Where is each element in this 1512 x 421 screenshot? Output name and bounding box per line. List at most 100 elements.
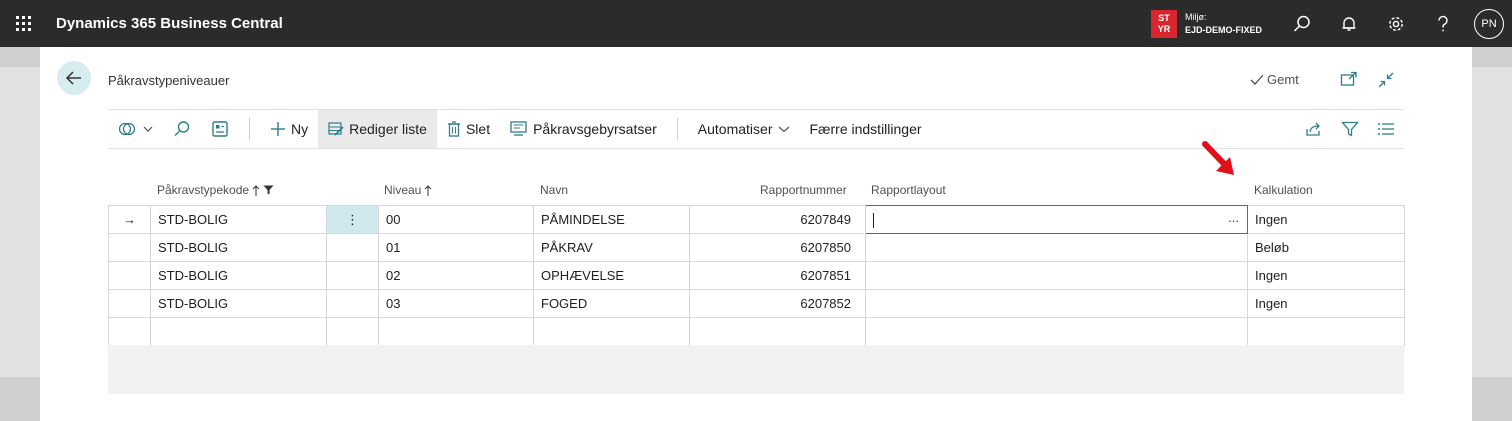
row-actions-cell[interactable] xyxy=(326,233,379,262)
row-indicator[interactable] xyxy=(108,233,151,262)
open-in-new-window-icon xyxy=(1340,71,1357,86)
share-button[interactable] xyxy=(1296,110,1332,148)
search-button[interactable] xyxy=(1278,0,1325,47)
collapse-button[interactable] xyxy=(1377,71,1395,94)
row-arrow-icon: → xyxy=(123,212,136,227)
column-header-level[interactable]: Niveau xyxy=(384,183,432,197)
background-frame-right xyxy=(1472,47,1512,421)
row-indicator[interactable] xyxy=(108,261,151,290)
filter-icon xyxy=(263,185,274,195)
annotation-arrow-icon xyxy=(1202,141,1234,175)
fewer-options-label: Færre indstillinger xyxy=(809,121,922,137)
list-grid: Påkravstypekode Niveau Navn Rapportnumme… xyxy=(108,177,1405,394)
new-button[interactable]: Ny xyxy=(260,110,318,148)
share-icon xyxy=(1306,122,1320,136)
cell-report-layout[interactable] xyxy=(865,233,1248,262)
cell-level[interactable]: 01 xyxy=(378,233,534,262)
cell-report-number[interactable]: 6207851 xyxy=(689,261,866,290)
column-header-report-number[interactable]: Rapportnummer xyxy=(760,183,847,197)
table-row[interactable]: STD-BOLIG 02 OPHÆVELSE 6207851 Ingen xyxy=(108,261,1405,290)
report-layout-input[interactable]: ... xyxy=(865,205,1248,234)
cell-level[interactable]: 00 xyxy=(378,205,534,234)
cell-report-number[interactable]: 6207850 xyxy=(689,233,866,262)
chevron-down-icon xyxy=(143,126,153,132)
trash-icon xyxy=(447,121,460,137)
search-list-button[interactable] xyxy=(163,110,201,148)
sort-ascending-icon xyxy=(252,184,260,196)
notifications-button[interactable] xyxy=(1325,0,1372,47)
toolbar-separator xyxy=(249,118,250,140)
fee-rates-button[interactable]: Påkravsgebyrsatser xyxy=(500,110,667,148)
sort-ascending-icon xyxy=(425,184,432,196)
grid-header: Påkravstypekode Niveau Navn Rapportnumme… xyxy=(108,177,1404,205)
environment-badge[interactable]: ST YR xyxy=(1150,9,1177,38)
row-actions-cell[interactable] xyxy=(326,289,379,318)
edit-list-button[interactable]: Rediger liste xyxy=(318,110,437,148)
saved-label: Gemt xyxy=(1267,72,1299,87)
help-button[interactable] xyxy=(1419,0,1466,47)
cell-report-number[interactable]: 6207849 xyxy=(689,205,866,234)
page-card: Påkravstypeniveauer Gemt Ny Rediger list… xyxy=(40,47,1472,421)
table-row[interactable]: → STD-BOLIG ⋮ 00 PÅMINDELSE 6207849 ... … xyxy=(108,205,1405,234)
waffle-icon xyxy=(16,16,31,31)
back-button[interactable] xyxy=(57,61,91,95)
tile-view-button[interactable] xyxy=(201,110,239,148)
automate-menu-button[interactable]: Automatiser xyxy=(688,110,800,148)
column-header-type-code[interactable]: Påkravstypekode xyxy=(157,183,274,197)
toolbar-separator xyxy=(676,118,678,140)
saved-status: Gemt xyxy=(1250,72,1299,87)
cell-level[interactable]: 03 xyxy=(378,289,534,318)
grid-rows: → STD-BOLIG ⋮ 00 PÅMINDELSE 6207849 ... … xyxy=(108,205,1405,346)
cell-type-code[interactable]: STD-BOLIG xyxy=(150,261,327,290)
filter-button[interactable] xyxy=(1332,110,1368,148)
delete-label: Slet xyxy=(465,121,491,137)
lookup-ellipsis-button[interactable]: ... xyxy=(1228,210,1239,225)
environment-info[interactable]: Miljø: EJD-DEMO-FIXED xyxy=(1185,11,1262,37)
cell-type-code[interactable]: STD-BOLIG xyxy=(150,205,327,234)
open-new-window-button[interactable] xyxy=(1340,71,1358,92)
user-avatar[interactable]: PN xyxy=(1474,8,1504,39)
more-vertical-icon: ⋮ xyxy=(346,211,359,227)
delete-button[interactable]: Slet xyxy=(437,110,500,148)
row-indicator[interactable] xyxy=(108,289,151,318)
automate-label: Automatiser xyxy=(697,121,773,137)
cell-report-layout[interactable] xyxy=(865,261,1248,290)
cell-calculation[interactable]: Beløb xyxy=(1247,233,1405,262)
cell-name[interactable]: PÅKRAV xyxy=(533,233,690,262)
cell-type-code[interactable]: STD-BOLIG xyxy=(150,289,327,318)
card-view-icon xyxy=(212,121,228,137)
chevron-down-icon xyxy=(778,126,789,133)
table-row-empty[interactable] xyxy=(108,317,1405,346)
cell-name[interactable]: FOGED xyxy=(533,289,690,318)
column-header-calculation[interactable]: Kalkulation xyxy=(1254,183,1313,197)
cell-calculation[interactable]: Ingen xyxy=(1247,261,1405,290)
filter-views-icon xyxy=(118,122,136,136)
cell-name[interactable]: PÅMINDELSE xyxy=(533,205,690,234)
new-label: Ny xyxy=(291,121,309,137)
app-title[interactable]: Dynamics 365 Business Central xyxy=(56,15,283,32)
list-options-button[interactable] xyxy=(1368,110,1404,148)
settings-button[interactable] xyxy=(1372,0,1419,47)
table-row[interactable]: STD-BOLIG 03 FOGED 6207852 Ingen xyxy=(108,289,1405,318)
cell-calculation[interactable]: Ingen xyxy=(1247,205,1405,234)
fewer-options-button[interactable]: Færre indstillinger xyxy=(800,110,932,148)
cell-report-layout[interactable] xyxy=(865,289,1248,318)
column-header-report-layout[interactable]: Rapportlayout xyxy=(871,183,946,197)
cell-name[interactable]: OPHÆVELSE xyxy=(533,261,690,290)
cell-calculation[interactable]: Ingen xyxy=(1247,289,1405,318)
cell-report-number[interactable]: 6207852 xyxy=(689,289,866,318)
top-bar: Dynamics 365 Business Central ST YR Milj… xyxy=(0,0,1512,47)
row-actions-button[interactable]: ⋮ xyxy=(326,205,379,234)
row-actions-cell[interactable] xyxy=(326,261,379,290)
cell-level[interactable]: 02 xyxy=(378,261,534,290)
grid-footer xyxy=(108,345,1404,394)
row-indicator[interactable]: → xyxy=(108,205,151,234)
search-icon xyxy=(174,121,190,136)
cell-type-code[interactable]: STD-BOLIG xyxy=(150,233,327,262)
column-header-name[interactable]: Navn xyxy=(540,183,568,197)
views-menu-button[interactable] xyxy=(108,110,163,148)
checkmark-icon xyxy=(1250,74,1264,85)
table-row[interactable]: STD-BOLIG 01 PÅKRAV 6207850 Beløb xyxy=(108,233,1405,262)
app-launcher-button[interactable] xyxy=(0,0,47,47)
bell-icon xyxy=(1342,16,1355,31)
